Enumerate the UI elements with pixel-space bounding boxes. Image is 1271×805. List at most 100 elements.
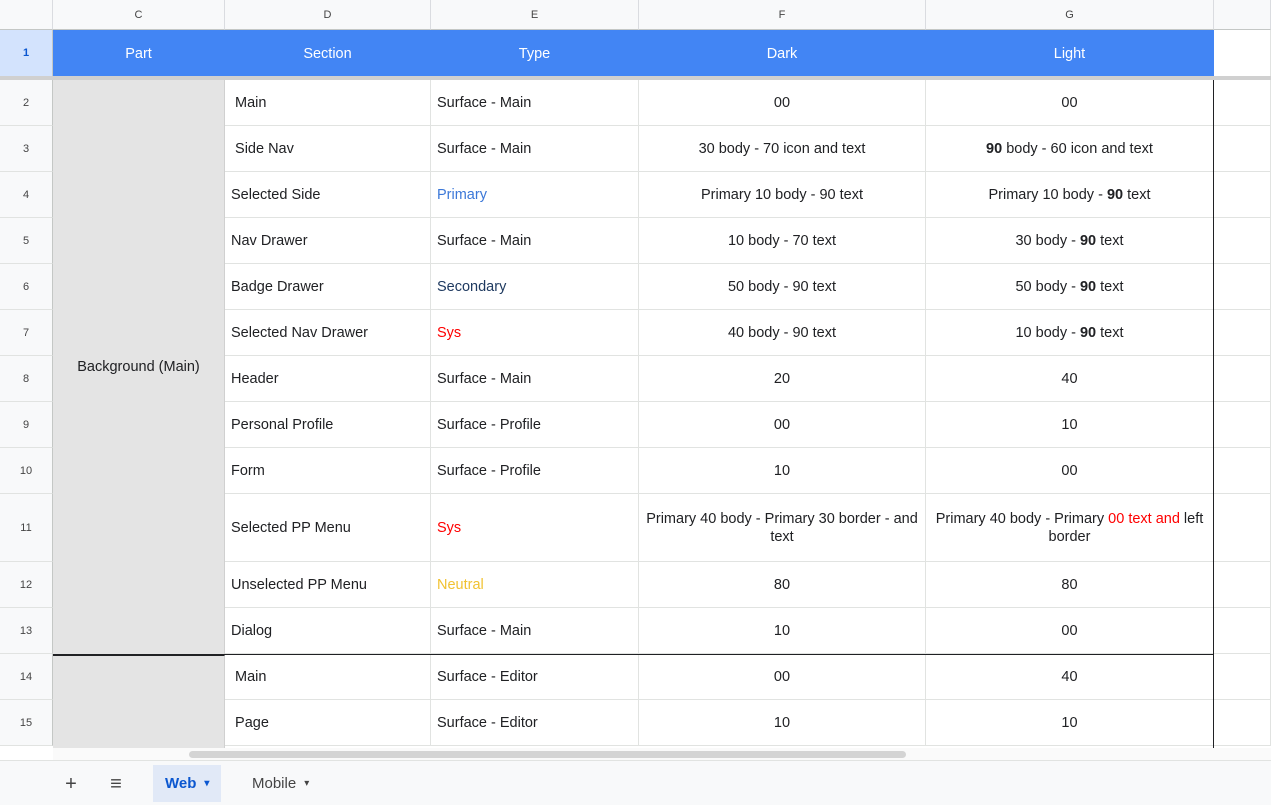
empty-cell[interactable] [1214, 494, 1271, 562]
cell-dark[interactable]: 20 [639, 356, 926, 402]
cell-type[interactable]: Surface - Profile [431, 402, 639, 448]
column-header-f[interactable]: F [639, 0, 926, 30]
row-header-5[interactable]: 5 [0, 218, 53, 264]
row-header-13[interactable]: 13 [0, 608, 53, 654]
merged-part-cell-editor[interactable] [53, 655, 225, 760]
row-header-12[interactable]: 12 [0, 562, 53, 608]
cell-dark[interactable]: 10 [639, 700, 926, 746]
empty-cell[interactable] [1214, 218, 1271, 264]
select-all-corner[interactable] [0, 0, 53, 30]
cell-light[interactable]: 40 [926, 356, 1214, 402]
header-section[interactable]: Section [225, 30, 431, 77]
row-header-14[interactable]: 14 [0, 654, 53, 700]
add-sheet-button[interactable]: + [58, 771, 84, 797]
cell-dark[interactable]: Primary 40 body - Primary 30 border - an… [639, 494, 926, 562]
cell-dark[interactable]: 10 body - 70 text [639, 218, 926, 264]
empty-cell[interactable] [1214, 264, 1271, 310]
cell-dark[interactable]: 50 body - 90 text [639, 264, 926, 310]
header-light[interactable]: Light [926, 30, 1214, 77]
cell-type[interactable]: Surface - Main [431, 608, 639, 654]
cell-light[interactable]: 00 [926, 80, 1214, 126]
cell-light[interactable]: Primary 40 body - Primary 00 text and le… [926, 494, 1214, 562]
row-header-1[interactable]: 1 [0, 30, 53, 77]
cell-section[interactable]: Personal Profile [225, 402, 431, 448]
cell-section[interactable]: Selected Nav Drawer [225, 310, 431, 356]
cell-type[interactable]: Sys [431, 494, 639, 562]
column-header-d[interactable]: D [225, 0, 431, 30]
cell-section[interactable]: Nav Drawer [225, 218, 431, 264]
cell-type[interactable]: Surface - Main [431, 356, 639, 402]
row-header-8[interactable]: 8 [0, 356, 53, 402]
cell-section[interactable]: Main [225, 654, 431, 700]
cell-type[interactable]: Surface - Main [431, 218, 639, 264]
cell-dark[interactable]: 00 [639, 654, 926, 700]
empty-cell[interactable] [1214, 80, 1271, 126]
cell-dark[interactable]: 00 [639, 80, 926, 126]
cell-light[interactable]: 30 body - 90 text [926, 218, 1214, 264]
spreadsheet-grid[interactable]: C D E F G 1 Part Section Type Dark Light… [0, 0, 1271, 760]
cell-type[interactable]: Sys [431, 310, 639, 356]
merged-part-cell[interactable]: Background (Main) [53, 80, 225, 655]
cell-light[interactable]: 80 [926, 562, 1214, 608]
cell-section[interactable]: Side Nav [225, 126, 431, 172]
row-header-11[interactable]: 11 [0, 494, 53, 562]
row-header-6[interactable]: 6 [0, 264, 53, 310]
empty-cell[interactable] [1214, 310, 1271, 356]
row-header-15[interactable]: 15 [0, 700, 53, 746]
cell-light[interactable]: 90 body - 60 icon and text [926, 126, 1214, 172]
header-dark[interactable]: Dark [639, 30, 926, 77]
cell-dark[interactable]: 30 body - 70 icon and text [639, 126, 926, 172]
cell-light[interactable]: 00 [926, 608, 1214, 654]
column-header-g[interactable]: G [926, 0, 1214, 30]
column-header-h[interactable] [1214, 0, 1271, 30]
cell-section[interactable]: Unselected PP Menu [225, 562, 431, 608]
empty-cell[interactable] [1214, 402, 1271, 448]
cell-light[interactable]: 10 [926, 402, 1214, 448]
cell-type[interactable]: Primary [431, 172, 639, 218]
row-header-4[interactable]: 4 [0, 172, 53, 218]
cell-dark[interactable]: 40 body - 90 text [639, 310, 926, 356]
cell-dark[interactable]: 00 [639, 402, 926, 448]
cell-type[interactable]: Secondary [431, 264, 639, 310]
cell-type[interactable]: Neutral [431, 562, 639, 608]
cell-type[interactable]: Surface - Editor [431, 654, 639, 700]
row-header-3[interactable]: 3 [0, 126, 53, 172]
cell-type[interactable]: Surface - Main [431, 80, 639, 126]
cell-dark[interactable]: 10 [639, 448, 926, 494]
tab-web[interactable]: Web ▾ [153, 765, 222, 802]
header-part[interactable]: Part [53, 30, 225, 77]
column-header-c[interactable]: C [53, 0, 225, 30]
column-header-e[interactable]: E [431, 0, 639, 30]
cell-section[interactable]: Form [225, 448, 431, 494]
row-header-2[interactable]: 2 [0, 80, 53, 126]
cell-section[interactable]: Selected PP Menu [225, 494, 431, 562]
empty-cell[interactable] [1214, 562, 1271, 608]
cell-light[interactable]: 10 [926, 700, 1214, 746]
cell-section[interactable]: Page [225, 700, 431, 746]
tab-mobile[interactable]: Mobile ▾ [240, 765, 321, 802]
empty-cell[interactable] [1214, 700, 1271, 746]
cell-type[interactable]: Surface - Editor [431, 700, 639, 746]
row-header-9[interactable]: 9 [0, 402, 53, 448]
cell-section[interactable]: Dialog [225, 608, 431, 654]
empty-cell[interactable] [1214, 172, 1271, 218]
cell-light[interactable]: Primary 10 body - 90 text [926, 172, 1214, 218]
empty-cell[interactable] [1214, 654, 1271, 700]
cell-light[interactable]: 10 body - 90 text [926, 310, 1214, 356]
cell-dark[interactable]: Primary 10 body - 90 text [639, 172, 926, 218]
horizontal-scrollbar-thumb[interactable] [189, 751, 906, 758]
cell-section[interactable]: Main [225, 80, 431, 126]
empty-cell[interactable] [1214, 356, 1271, 402]
row-header-7[interactable]: 7 [0, 310, 53, 356]
cell-section[interactable]: Header [225, 356, 431, 402]
cell-dark[interactable]: 10 [639, 608, 926, 654]
cell-dark[interactable]: 80 [639, 562, 926, 608]
cell-light[interactable]: 40 [926, 654, 1214, 700]
cell-type[interactable]: Surface - Main [431, 126, 639, 172]
empty-cell[interactable] [1214, 608, 1271, 654]
cell-light[interactable]: 00 [926, 448, 1214, 494]
cell-light[interactable]: 50 body - 90 text [926, 264, 1214, 310]
cell-section[interactable]: Selected Side [225, 172, 431, 218]
empty-cell[interactable] [1214, 30, 1271, 77]
cell-type[interactable]: Surface - Profile [431, 448, 639, 494]
